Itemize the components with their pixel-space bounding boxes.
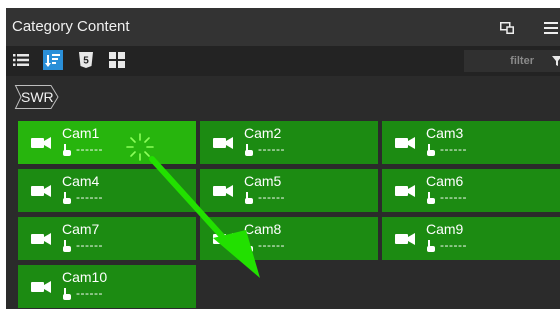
category-content-panel: Category Content 5 filter SWR Cam1 -----… <box>6 0 560 309</box>
drag-annotation-arrow <box>149 156 260 278</box>
